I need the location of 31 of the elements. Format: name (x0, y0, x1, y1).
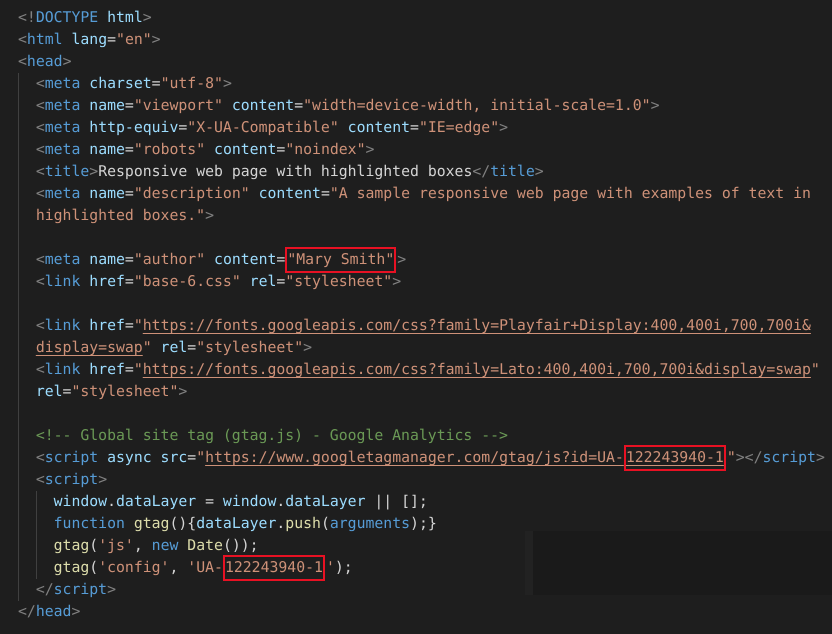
code-text: <meta name="viewport" content="width=device-width, initial-scale=1.0"> (36, 97, 660, 114)
code-text: display=swap" rel="stylesheet"> (36, 339, 312, 356)
code-text: <head> (18, 53, 72, 70)
code-text: <html lang="en"> (18, 31, 161, 48)
code-text: function gtag(){dataLayer.push(arguments);} (54, 515, 437, 532)
code-text: gtag('js', new Date()); (54, 537, 259, 554)
code-text: <meta name="description" content="A sample responsive web page with examples of text in (36, 185, 811, 202)
code-text: </script> (36, 581, 116, 598)
code-text: </head> (18, 603, 80, 620)
code-text: <!-- Global site tag (gtag.js) - Google Analytics --> (36, 427, 508, 444)
highlighted-text: "Mary Smith" (285, 247, 396, 273)
code-text: <meta http-equiv="X-UA-Compatible" content="IE=edge"> (36, 119, 508, 136)
highlighted-text: 122243940-1 (222, 555, 325, 581)
code-text: "></script> (726, 449, 825, 466)
code-text: <!DOCTYPE html> (18, 9, 152, 26)
code-text: <meta name="author" content= (36, 251, 286, 268)
code-text: <link href="https://fonts.googleapis.com/css?family=Lato:400,400i,700,700i&display=swap" (36, 361, 820, 378)
code-text: <link href="https://fonts.googleapis.com/css?family=Playfair+Display:400,400i,700,700i& (36, 317, 811, 334)
code-text: <script> (36, 471, 108, 488)
code-text: <meta charset="utf-8"> (36, 75, 232, 92)
code-text: highlighted boxes."> (36, 207, 214, 224)
code-text: > (397, 251, 406, 268)
code-text: <meta name="robots" content="noindex"> (36, 141, 374, 158)
code-text: <link href="base-6.css" rel="stylesheet"> (36, 273, 402, 290)
code-text: gtag('config', 'UA- (54, 559, 223, 576)
code-text: window.dataLayer = window.dataLayer || []; (54, 493, 428, 510)
code-text: <script async src="https://www.googletagmanager.com/gtag/js?id=UA- (36, 449, 624, 466)
code-text: '); (326, 559, 353, 576)
code-text: rel="stylesheet"> (36, 383, 188, 400)
highlighted-text: 122243940-1 (624, 445, 726, 471)
code-text: <title>Responsive web page with highlighted boxes</title> (36, 163, 544, 180)
